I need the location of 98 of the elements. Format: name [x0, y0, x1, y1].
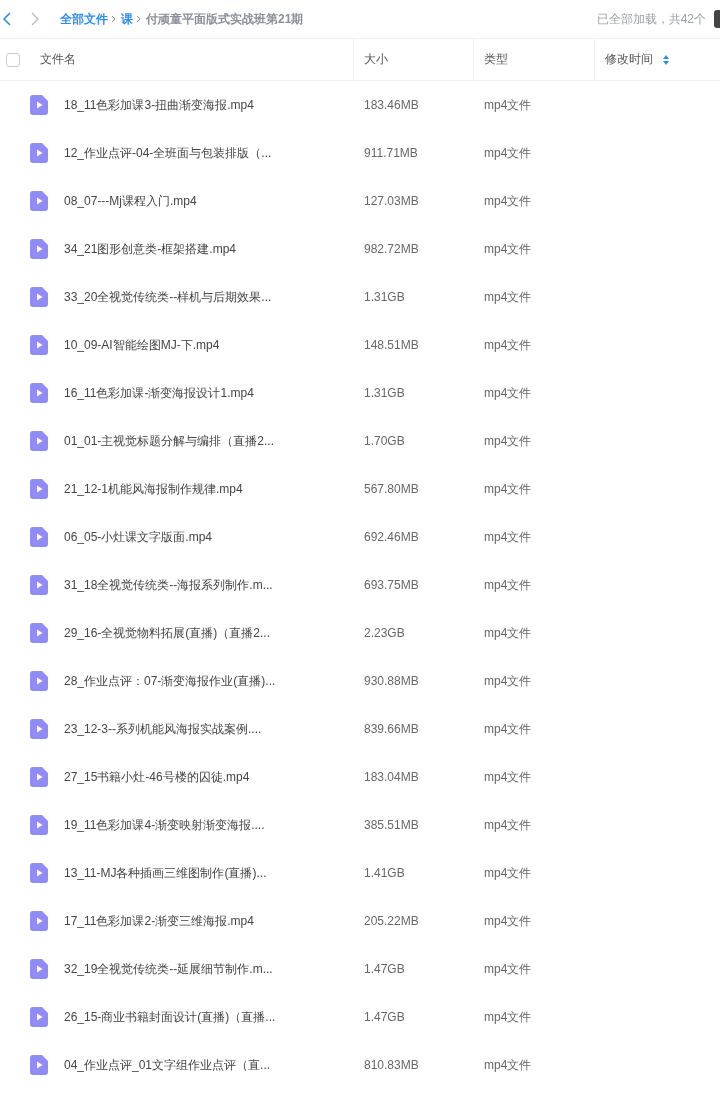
file-type: mp4文件 [484, 240, 532, 258]
column-header[interactable]: 大小 [364, 51, 388, 68]
back-icon[interactable] [2, 11, 12, 27]
video-file-icon [30, 719, 48, 739]
file-size: 930.88MB [364, 674, 419, 688]
video-file-icon [30, 239, 48, 259]
file-size: 911.71MB [364, 146, 418, 160]
file-size: 839.66MB [364, 722, 419, 736]
file-size: 2.23GB [364, 626, 405, 640]
video-file-icon [30, 623, 48, 643]
file-size: 810.83MB [364, 1058, 419, 1072]
file-name[interactable]: 23_12-3--系列机能风海报实战案例.... [64, 720, 262, 738]
file-name[interactable]: 29_16-全视觉物料拓展(直播)（直播2... [64, 624, 271, 642]
file-size: 1.70GB [364, 434, 405, 448]
breadcrumb-link[interactable]: 课 [121, 10, 133, 28]
file-size: 982.72MB [364, 242, 419, 256]
file-name[interactable]: 33_20全视觉传统类--样机与后期效果... [64, 288, 272, 306]
breadcrumb-link[interactable]: 全部文件 [60, 10, 108, 28]
video-file-icon [30, 575, 48, 595]
file-name[interactable]: 21_12-1机能风海报制作规律.mp4 [64, 480, 243, 498]
video-file-icon [30, 959, 48, 979]
file-size: 1.31GB [364, 290, 405, 304]
file-type: mp4文件 [484, 960, 532, 978]
select-all-checkbox[interactable] [6, 52, 20, 67]
file-name[interactable]: 34_21图形创意类-框架搭建.mp4 [64, 240, 237, 258]
file-type: mp4文件 [484, 144, 532, 162]
video-file-icon [30, 95, 48, 115]
toolbar-button[interactable] [714, 10, 720, 28]
video-file-icon [30, 287, 48, 307]
file-name[interactable]: 10_09-AI智能绘图MJ-下.mp4 [64, 336, 220, 354]
file-type: mp4文件 [484, 432, 532, 450]
file-name[interactable]: 04_作业点评_01文字组作业点评（直... [64, 1056, 271, 1074]
file-type: mp4文件 [484, 1008, 532, 1026]
file-size: 385.51MB [364, 818, 419, 832]
file-type: mp4文件 [484, 528, 532, 546]
sort-icon[interactable] [663, 54, 669, 65]
file-type: mp4文件 [484, 912, 532, 930]
file-size: 567.80MB [364, 482, 419, 496]
file-type: mp4文件 [484, 672, 532, 690]
video-file-icon [30, 671, 48, 691]
file-name[interactable]: 01_01-主视觉标题分解与编排（直播2... [64, 432, 275, 450]
file-type: mp4文件 [484, 288, 532, 306]
file-size: 148.51MB [364, 338, 419, 352]
file-size: 205.22MB [364, 914, 419, 928]
video-file-icon [30, 815, 48, 835]
load-status: 已全部加载，共42个 [596, 10, 706, 28]
file-type: mp4文件 [484, 768, 532, 786]
file-type: mp4文件 [484, 624, 532, 642]
file-size: 183.04MB [364, 770, 419, 784]
file-size: 1.31GB [364, 386, 405, 400]
column-header[interactable]: 文件名 [40, 51, 76, 68]
file-name[interactable]: 31_18全视觉传统类--海报系列制作.m... [64, 576, 273, 594]
file-type: mp4文件 [484, 384, 532, 402]
video-file-icon [30, 767, 48, 787]
file-type: mp4文件 [484, 576, 532, 594]
file-name[interactable]: 18_11色彩加课3-扭曲渐变海报.mp4 [64, 96, 254, 114]
file-type: mp4文件 [484, 720, 532, 738]
file-name[interactable]: 17_11色彩加课2-渐变三维海报.mp4 [64, 912, 254, 930]
file-size: 127.03MB [364, 194, 419, 208]
video-file-icon [30, 383, 48, 403]
file-name[interactable]: 08_07---Mj课程入门.mp4 [64, 192, 197, 210]
file-type: mp4文件 [484, 192, 532, 210]
column-header[interactable]: 修改时间 [605, 51, 669, 68]
file-size: 692.46MB [364, 530, 419, 544]
file-name[interactable]: 26_15-商业书籍封面设计(直播)（直播... [64, 1008, 276, 1026]
video-file-icon [30, 143, 48, 163]
file-type: mp4文件 [484, 336, 532, 354]
video-file-icon [30, 191, 48, 211]
file-size: 1.47GB [364, 962, 405, 976]
video-file-icon [30, 335, 48, 355]
file-type: mp4文件 [484, 480, 532, 498]
video-file-icon [30, 1007, 48, 1027]
file-size: 1.41GB [364, 866, 405, 880]
file-size: 1.47GB [364, 1010, 405, 1024]
file-type: mp4文件 [484, 1056, 532, 1074]
file-name[interactable]: 16_11色彩加课-渐变海报设计1.mp4 [64, 384, 254, 402]
file-type: mp4文件 [484, 96, 532, 114]
file-size: 183.46MB [364, 98, 419, 112]
chevron-icon [136, 15, 141, 23]
video-file-icon [30, 911, 48, 931]
file-type: mp4文件 [484, 816, 532, 834]
video-file-icon [30, 431, 48, 451]
file-type: mp4文件 [484, 864, 532, 882]
video-file-icon [30, 863, 48, 883]
chevron-icon [111, 15, 116, 23]
forward-icon[interactable] [30, 11, 40, 27]
file-name[interactable]: 13_11-MJ各种插画三维图制作(直播)... [64, 864, 267, 882]
video-file-icon [30, 527, 48, 547]
video-file-icon [30, 479, 48, 499]
file-name[interactable]: 28_作业点评：07-渐变海报作业(直播)... [64, 672, 276, 690]
video-file-icon [30, 1055, 48, 1075]
file-name[interactable]: 32_19全视觉传统类--延展细节制作.m... [64, 960, 273, 978]
file-name[interactable]: 06_05-小灶课文字版面.mp4 [64, 528, 213, 546]
file-name[interactable]: 12_作业点评-04-全班面与包装排版（... [64, 144, 272, 162]
file-name[interactable]: 19_11色彩加课4-渐变映射渐变海报.... [64, 816, 265, 834]
file-name[interactable]: 27_15书籍小灶-46号楼的囚徒.mp4 [64, 768, 250, 786]
file-size: 693.75MB [364, 578, 419, 592]
column-header[interactable]: 类型 [484, 51, 508, 68]
